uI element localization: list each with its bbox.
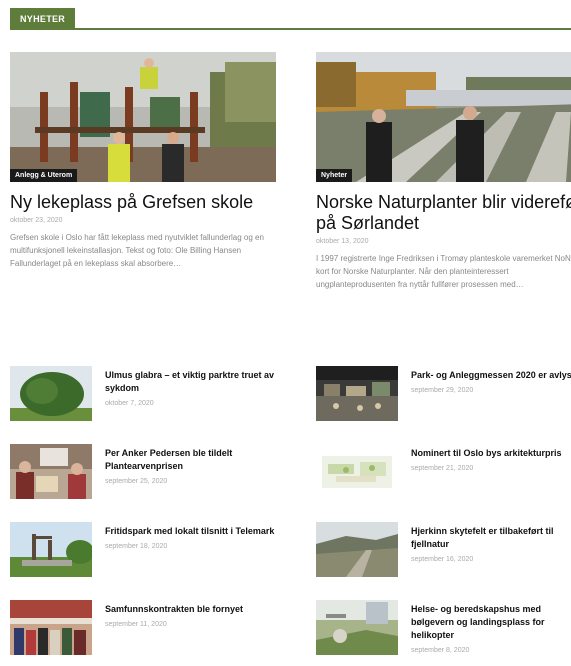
list-item[interactable]: Ulmus glabra – et viktig parktre truet a… <box>10 366 274 426</box>
list-item-date: september 8, 2020 <box>411 647 470 654</box>
list-item[interactable]: Samfunnskontrakten ble fornyet september… <box>10 600 270 660</box>
feature-date: oktober 23, 2020 <box>10 217 63 224</box>
thumb-award[interactable] <box>10 444 92 499</box>
feature-image-nursery[interactable]: Nyheter <box>316 52 571 182</box>
list-item[interactable]: Per Anker Pedersen ble tildelt Plantearv… <box>10 444 270 504</box>
list-item-date: september 21, 2020 <box>411 465 474 472</box>
list-item-title[interactable]: Per Anker Pedersen ble tildelt Plantearv… <box>105 448 232 471</box>
thumb-architecture[interactable] <box>316 444 398 499</box>
list-item-title[interactable]: Ulmus glabra – et viktig parktre truet a… <box>105 370 274 393</box>
list-item[interactable]: Helse- og beredskapshus med bølgevern og… <box>316 600 571 660</box>
list-item-date: september 29, 2020 <box>411 387 474 394</box>
thumb-park[interactable] <box>10 522 92 577</box>
list-item-date: september 11, 2020 <box>105 621 167 628</box>
thumb-group[interactable] <box>10 600 92 655</box>
feature-excerpt: I 1997 registrerte Inge Fredriksen i Tro… <box>316 254 571 289</box>
section-rule <box>10 28 571 30</box>
list-item-title[interactable]: Helse- og beredskapshus med bølgevern og… <box>411 604 545 640</box>
list-item-title[interactable]: Samfunnskontrakten ble fornyet <box>105 604 243 614</box>
feature-category[interactable]: Anlegg & Uterom <box>10 169 78 182</box>
section-label: NYHETER <box>10 8 76 30</box>
section-header: NYHETER <box>10 8 571 30</box>
list-item-title[interactable]: Park- og Anleggmessen 2020 er avlyst <box>411 370 571 380</box>
list-item[interactable]: Nominert til Oslo bys arkitekturpris sep… <box>316 444 571 504</box>
list-item[interactable]: Park- og Anleggmessen 2020 er avlyst sep… <box>316 366 571 426</box>
feature-date: oktober 13, 2020 <box>316 238 369 245</box>
list-item[interactable]: Fritidspark med lokalt tilsnitt i Telema… <box>10 522 274 582</box>
list-item-date: september 16, 2020 <box>411 556 474 563</box>
list-item[interactable]: Hjerkinn skytefelt er tilbakeført til fj… <box>316 522 571 582</box>
list-item-date: oktober 7, 2020 <box>105 400 154 407</box>
feature-article[interactable]: Anlegg & Uterom Ny lekeplass på Grefsen … <box>10 52 276 270</box>
feature-article[interactable]: Nyheter Norske Naturplanter blir videref… <box>316 52 571 291</box>
feature-title[interactable]: Norske Naturplanter blir videreført på S… <box>316 192 571 234</box>
thumb-tree[interactable] <box>10 366 92 421</box>
feature-title[interactable]: Ny lekeplass på Grefsen skole <box>10 192 276 213</box>
thumb-helipad[interactable] <box>316 600 398 655</box>
feature-category[interactable]: Nyheter <box>316 169 353 182</box>
list-item-date: september 18, 2020 <box>105 543 168 550</box>
thumb-exhibition[interactable] <box>316 366 398 421</box>
list-item-date: september 25, 2020 <box>105 478 168 485</box>
nursery-photo <box>316 52 571 182</box>
thumb-mountain[interactable] <box>316 522 398 577</box>
feature-image-playground[interactable]: Anlegg & Uterom <box>10 52 276 182</box>
list-item-title[interactable]: Nominert til Oslo bys arkitekturpris <box>411 448 562 458</box>
playground-photo <box>10 52 276 182</box>
feature-excerpt: Grefsen skole i Oslo har fått lekeplass … <box>10 233 264 268</box>
list-item-title[interactable]: Fritidspark med lokalt tilsnitt i Telema… <box>105 526 274 536</box>
list-item-title[interactable]: Hjerkinn skytefelt er tilbakeført til fj… <box>411 526 554 549</box>
